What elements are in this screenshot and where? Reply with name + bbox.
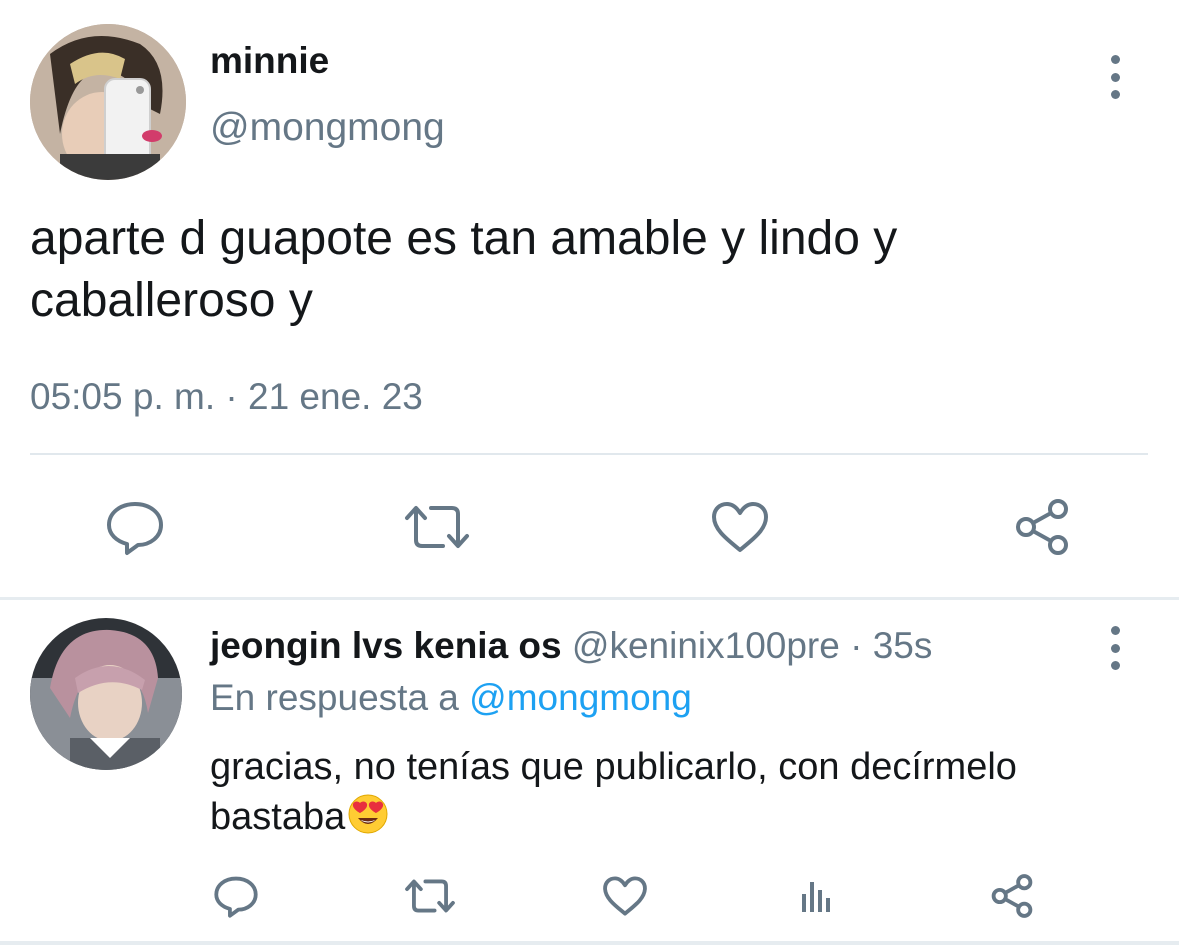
reply-tweet[interactable]: jeongin lvs kenia os @keninix100pre · 35…	[0, 600, 1179, 945]
analytics-button[interactable]	[792, 870, 842, 922]
reply-button[interactable]	[208, 870, 264, 922]
retweet-icon	[405, 879, 455, 913]
reply-author-name[interactable]: jeongin lvs kenia os	[210, 625, 562, 666]
more-options-button[interactable]	[1105, 55, 1125, 99]
avatar-image	[30, 24, 186, 180]
heart-eyes-emoji	[347, 793, 389, 835]
tweet-timestamp: 05:05 p. m. · 21 ene. 23	[30, 376, 423, 417]
bottom-divider	[0, 941, 1179, 945]
author-avatar[interactable]	[30, 24, 186, 180]
reply-author-handle[interactable]: @keninix100pre	[572, 625, 840, 666]
more-options-button[interactable]	[1105, 626, 1125, 670]
reply-header: jeongin lvs kenia os @keninix100pre · 35…	[210, 624, 932, 668]
divider	[30, 453, 1148, 455]
like-icon	[712, 502, 768, 552]
meta-separator: ·	[850, 625, 863, 666]
reply-text: gracias, no tenías que publicarlo, con d…	[210, 742, 1150, 842]
in-reply-mention-link[interactable]: @mongmong	[469, 677, 692, 718]
reply-icon	[214, 876, 258, 918]
reply-button[interactable]	[100, 496, 170, 558]
reply-icon	[107, 502, 163, 555]
in-reply-to: En respuesta a @mongmong	[210, 676, 692, 720]
retweet-button[interactable]	[400, 870, 460, 922]
share-icon	[991, 874, 1033, 918]
share-button[interactable]	[1010, 496, 1074, 558]
reply-text-body: gracias, no tenías que publicarlo, con d…	[210, 746, 1017, 838]
more-dot	[1110, 661, 1120, 670]
more-dot	[1110, 90, 1120, 99]
more-dot	[1110, 643, 1120, 653]
more-dot	[1110, 626, 1120, 635]
tweet-detail-screen: minnie @mongmong aparte d guapote es tan…	[0, 0, 1179, 945]
reply-author-avatar[interactable]	[30, 618, 182, 770]
like-button[interactable]	[597, 870, 653, 922]
retweet-button[interactable]	[402, 496, 472, 558]
more-dot	[1110, 72, 1120, 82]
main-tweet: minnie @mongmong aparte d guapote es tan…	[0, 0, 1179, 598]
share-icon	[1016, 499, 1068, 555]
share-button[interactable]	[984, 870, 1040, 922]
analytics-icon	[802, 882, 830, 912]
author-handle[interactable]: @mongmong	[210, 106, 445, 150]
avatar-image	[30, 618, 182, 770]
reply-time: 35s	[872, 625, 933, 666]
author-name[interactable]: minnie	[210, 40, 329, 82]
like-button[interactable]	[708, 496, 772, 558]
retweet-icon	[405, 506, 469, 548]
like-icon	[603, 876, 647, 916]
more-dot	[1110, 55, 1120, 64]
in-reply-prefix: En respuesta a	[210, 677, 459, 718]
tweet-text: aparte d guapote es tan amable y lindo y…	[30, 212, 898, 327]
